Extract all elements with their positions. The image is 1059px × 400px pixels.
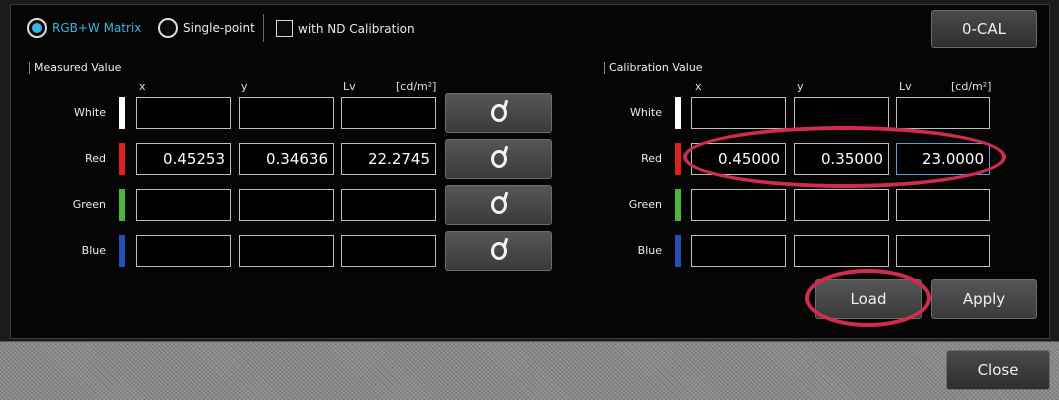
measure-icon (490, 196, 507, 214)
bottom-bar (0, 341, 1059, 400)
measured-blue-lv[interactable] (341, 235, 436, 267)
rgbw-matrix-label: RGB+W Matrix (52, 21, 142, 35)
measured-red-lv[interactable] (341, 143, 436, 175)
measured-red-y[interactable] (239, 143, 334, 175)
measured-blue-y[interactable] (239, 235, 334, 267)
green-swatch (675, 189, 681, 221)
calibration-blue-y[interactable] (794, 235, 889, 267)
single-point-radio[interactable]: Single-point (158, 18, 255, 38)
zero-cal-button[interactable]: 0-CAL (931, 10, 1037, 48)
measured-unit-header: [cd/m²] (396, 80, 437, 93)
measured-white-lv[interactable] (341, 97, 436, 129)
calibration-green-y[interactable] (794, 189, 889, 221)
measure-white-button[interactable] (445, 93, 552, 133)
calibration-green-lv[interactable] (896, 189, 990, 221)
calibration-row-label-green: Green (628, 198, 662, 211)
measured-white-x[interactable] (136, 97, 231, 129)
close-button[interactable]: Close (946, 350, 1050, 390)
radio-selected-icon (27, 18, 47, 38)
measured-white-y[interactable] (239, 97, 334, 129)
measured-x-header: x (139, 80, 146, 93)
calibration-blue-x[interactable] (691, 235, 786, 267)
measure-green-button[interactable] (445, 185, 552, 225)
calibration-y-header: y (797, 80, 804, 93)
measure-icon (490, 150, 507, 168)
calibration-blue-lv[interactable] (896, 235, 990, 267)
calibration-red-x[interactable] (691, 143, 786, 175)
measured-blue-x[interactable] (136, 235, 231, 267)
blue-swatch (675, 235, 681, 267)
calibration-value-title: Calibration Value (604, 62, 703, 74)
white-swatch (119, 97, 125, 129)
nd-calibration-label: with ND Calibration (298, 21, 415, 36)
calibration-white-y[interactable] (794, 97, 889, 129)
calibration-red-y[interactable] (794, 143, 889, 175)
calibration-row-label-red: Red (641, 152, 662, 165)
calibration-row-label-blue: Blue (637, 244, 662, 257)
measure-red-button[interactable] (445, 139, 552, 179)
measured-value-title: Measured Value (29, 62, 121, 74)
apply-button[interactable]: Apply (931, 279, 1037, 319)
calibration-white-x[interactable] (691, 97, 786, 129)
single-point-label: Single-point (183, 21, 255, 35)
red-swatch (675, 143, 681, 175)
measured-row-label-red: Red (85, 152, 106, 165)
divider (263, 14, 264, 42)
green-swatch (119, 189, 125, 221)
measured-row-label-white: White (74, 106, 106, 119)
load-button[interactable]: Load (815, 279, 922, 319)
calibration-x-header: x (695, 80, 702, 93)
calibration-green-x[interactable] (691, 189, 786, 221)
checkbox-icon (276, 20, 293, 37)
measure-blue-button[interactable] (445, 231, 552, 271)
white-swatch (675, 97, 681, 129)
measured-y-header: y (241, 80, 248, 93)
calibration-lv-header: Lv (899, 80, 912, 93)
calibration-white-lv[interactable] (896, 97, 990, 129)
red-swatch (119, 143, 125, 175)
measured-lv-header: Lv (343, 80, 356, 93)
measured-green-x[interactable] (136, 189, 231, 221)
measured-green-y[interactable] (239, 189, 334, 221)
measured-green-lv[interactable] (341, 189, 436, 221)
measure-icon (490, 242, 507, 260)
rgbw-matrix-radio[interactable]: RGB+W Matrix (27, 18, 141, 38)
radio-unselected-icon (158, 18, 178, 38)
measured-row-label-blue: Blue (81, 244, 106, 257)
measure-icon (490, 104, 507, 122)
measured-row-label-green: Green (72, 198, 106, 211)
calibration-unit-header: [cd/m²] (951, 80, 992, 93)
calibration-red-lv[interactable] (896, 143, 990, 175)
blue-swatch (119, 235, 125, 267)
calibration-row-label-white: White (630, 106, 662, 119)
measured-red-x[interactable] (136, 143, 231, 175)
nd-calibration-checkbox[interactable]: with ND Calibration (276, 20, 415, 37)
